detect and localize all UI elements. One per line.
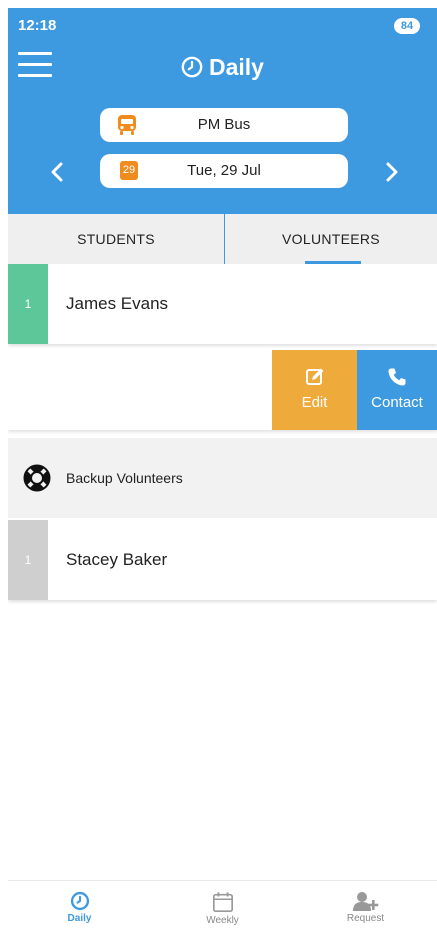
nav-request-label: Request: [346, 913, 385, 924]
backup-volunteer-row[interactable]: 1 Stacey Baker: [8, 520, 437, 600]
swiped-row: Edit Contact: [8, 350, 437, 430]
page-title: Daily: [8, 54, 437, 81]
nav-weekly-label: Weekly: [206, 915, 239, 926]
status-time: 12:18: [18, 17, 57, 34]
lifebuoy-icon: [23, 464, 51, 492]
row-number: 1: [8, 520, 48, 600]
tab-volunteers[interactable]: VOLUNTEERS: [225, 214, 437, 264]
calendar-icon: [212, 892, 233, 912]
date-selector[interactable]: 29 Tue, 29 Jul: [100, 154, 348, 188]
contact-label: Contact: [371, 394, 423, 411]
contact-button[interactable]: Contact: [357, 350, 437, 430]
bottom-nav: Daily Weekly Request: [8, 880, 437, 934]
row-number: 1: [8, 264, 48, 344]
nav-weekly[interactable]: Weekly: [151, 881, 294, 934]
bus-selector[interactable]: PM Bus: [100, 108, 348, 142]
date-label: Tue, 29 Jul: [187, 162, 261, 179]
phone-icon: [388, 368, 406, 386]
page-title-text: Daily: [209, 54, 264, 80]
bus-label: PM Bus: [197, 116, 251, 133]
app-header: 12:18 84 Daily PM Bus 29 Tue, 29 Jul: [8, 8, 437, 214]
nav-request[interactable]: Request: [294, 881, 437, 934]
backup-heading: Backup Volunteers: [66, 470, 183, 486]
volunteer-name: James Evans: [66, 294, 169, 313]
volunteer-row[interactable]: 1 James Evans: [8, 264, 437, 344]
chevron-right-icon[interactable]: [379, 160, 403, 184]
nav-daily-label: Daily: [67, 913, 92, 924]
edit-label: Edit: [301, 394, 328, 411]
app-screen: 12:18 84 Daily PM Bus 29 Tue, 29 Jul STU…: [8, 8, 437, 934]
tab-students[interactable]: STUDENTS: [8, 214, 224, 264]
tab-bar: STUDENTS VOLUNTEERS: [8, 214, 437, 265]
nav-daily[interactable]: Daily: [8, 881, 151, 934]
add-user-icon: [352, 892, 378, 911]
volunteer-name: Stacey Baker: [66, 550, 168, 569]
edit-button[interactable]: Edit: [272, 350, 357, 430]
clock-icon: [181, 56, 203, 78]
chevron-left-icon[interactable]: [46, 160, 70, 184]
clock-icon: [70, 891, 89, 911]
battery-indicator: 84: [394, 18, 420, 34]
edit-icon: [305, 368, 323, 385]
backup-volunteers-header: Backup Volunteers: [8, 438, 437, 518]
